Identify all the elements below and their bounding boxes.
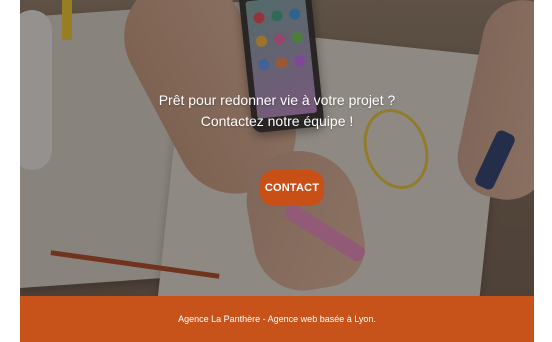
page: Prêt pour redonner vie à votre projet ? … — [20, 0, 534, 342]
hero-overlay — [20, 0, 534, 296]
footer: Agence La Panthère - Agence web basée à … — [20, 296, 534, 342]
hero-headline: Prêt pour redonner vie à votre projet ? … — [20, 90, 534, 132]
headline-line-1: Prêt pour redonner vie à votre projet ? — [158, 92, 396, 108]
headline-line-2: Contactez notre équipe ! — [200, 113, 354, 129]
hero-section: Prêt pour redonner vie à votre projet ? … — [20, 0, 534, 296]
contact-button[interactable]: CONTACT — [260, 170, 324, 206]
footer-text: Agence La Panthère - Agence web basée à … — [178, 314, 376, 324]
